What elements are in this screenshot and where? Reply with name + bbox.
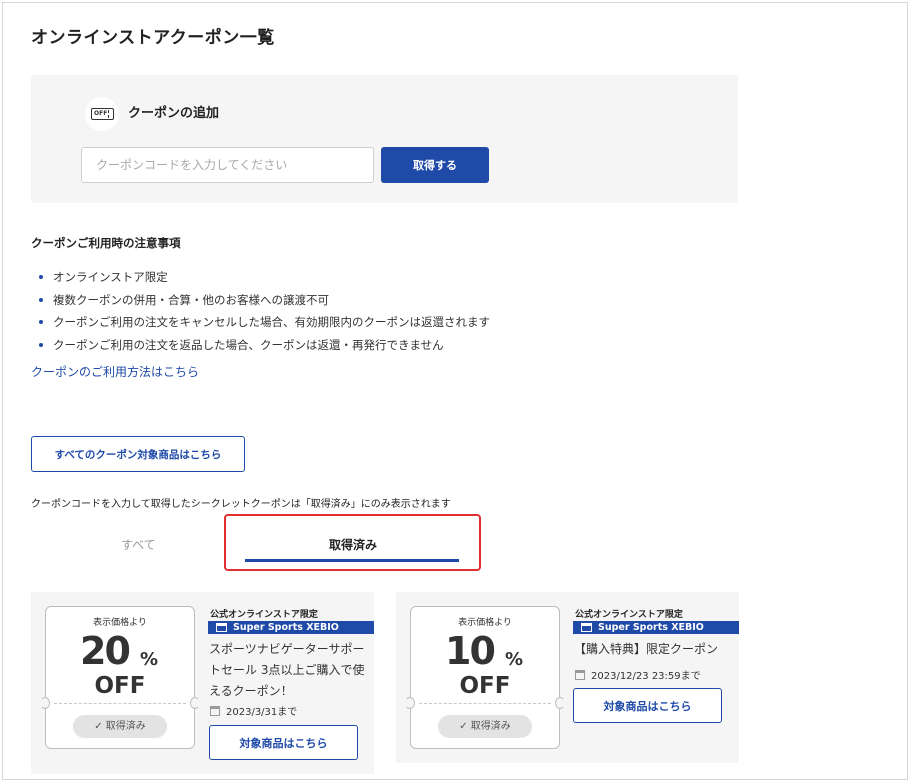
target-products-button[interactable]: 対象商品はこちら [573, 688, 722, 723]
price-basis-label: 表示価格より [93, 618, 147, 628]
tab-all[interactable]: すべて [121, 536, 156, 553]
coupon-description: スポーツナビゲーターサポートセール 3点以上ご購入で使えるクーポン！ [209, 642, 365, 698]
discount-value: 20 [80, 629, 131, 673]
note-item: クーポンご利用の注文をキャンセルした場合、有効期限内のクーポンは返還されます [39, 311, 490, 334]
acquired-status-badge: ✓ 取得済み [438, 715, 532, 738]
target-products-button[interactable]: 対象商品はこちら [209, 725, 358, 760]
brand-bar: Super Sports XEBIO [208, 621, 374, 634]
expiry-text: 2023/3/31まで [226, 707, 298, 718]
coupon-howto-link[interactable]: クーポンのご利用方法はこちら [31, 363, 199, 380]
coupon-card: 表示価格より 10 % OFF ✓ 取得済み 公式オンラインストア限定 Supe… [396, 592, 739, 763]
discount-unit: % [140, 649, 159, 670]
acquire-button[interactable]: 取得する [381, 147, 489, 183]
coupon-card: 表示価格より 20 % OFF ✓ 取得済み 公式オンラインストア限定 Supe… [31, 592, 374, 774]
ticket-notch [405, 697, 415, 709]
highlight-box [224, 514, 481, 571]
note-item: クーポンご利用の注文を返品した場合、クーポンは返還・再発行できません [39, 334, 490, 357]
note-item: 複数クーポンの併用・合算・他のお客様への譲渡不可 [39, 289, 490, 312]
add-coupon-panel: OFF クーポンの追加 取得する [31, 75, 738, 203]
ticket-divider [419, 703, 551, 704]
acquired-status-badge: ✓ 取得済み [73, 715, 167, 738]
all-coupon-products-button[interactable]: すべてのクーポン対象商品はこちら [31, 436, 245, 472]
coupon-ticket-icon: OFF [85, 97, 119, 131]
official-store-label: 公式オンラインストア限定 [575, 610, 683, 620]
add-coupon-title: クーポンの追加 [128, 106, 220, 121]
price-basis-label: 表示価格より [458, 618, 512, 628]
brand-name: Super Sports XEBIO [598, 622, 704, 633]
coupon-ticket: 表示価格より 20 % OFF ✓ 取得済み [40, 606, 200, 749]
discount-value: 10 [445, 629, 496, 673]
expiry-text: 2023/12/23 23:59まで [591, 671, 701, 682]
note-item: オンラインストア限定 [39, 266, 490, 289]
notes-title: クーポンご利用時の注意事項 [31, 236, 181, 250]
brand-bar: Super Sports XEBIO [573, 621, 739, 634]
coupon-description: 【購入特典】限定クーポン [574, 642, 719, 656]
page-frame: オンラインストアクーポン一覧 OFF クーポンの追加 取得する クーポンご利用時… [2, 2, 908, 780]
coupon-expiry: 2023/3/31まで [210, 703, 297, 718]
official-store-label: 公式オンラインストア限定 [210, 610, 318, 620]
ticket-notch [40, 697, 50, 709]
store-icon [216, 623, 227, 632]
ticket-notch [190, 697, 200, 709]
off-label: OFF [459, 673, 511, 699]
calendar-icon [575, 670, 585, 680]
coupon-expiry: 2023/12/23 23:59まで [575, 667, 701, 682]
secret-coupon-note: クーポンコードを入力して取得したシークレットクーポンは「取得済み」にのみ表示され… [31, 499, 451, 510]
brand-name: Super Sports XEBIO [233, 622, 339, 633]
page-title: オンラインストアクーポン一覧 [31, 28, 275, 48]
notes-list: オンラインストア限定 複数クーポンの併用・合算・他のお客様への譲渡不可 クーポン… [39, 266, 490, 356]
coupon-ticket: 表示価格より 10 % OFF ✓ 取得済み [405, 606, 565, 749]
coupon-ticket-icon-text: OFF [91, 108, 114, 120]
off-label: OFF [94, 673, 146, 699]
coupon-code-input[interactable] [81, 147, 374, 183]
calendar-icon [210, 706, 220, 716]
discount-unit: % [505, 649, 524, 670]
ticket-notch [555, 697, 565, 709]
ticket-divider [54, 703, 186, 704]
store-icon [581, 623, 592, 632]
